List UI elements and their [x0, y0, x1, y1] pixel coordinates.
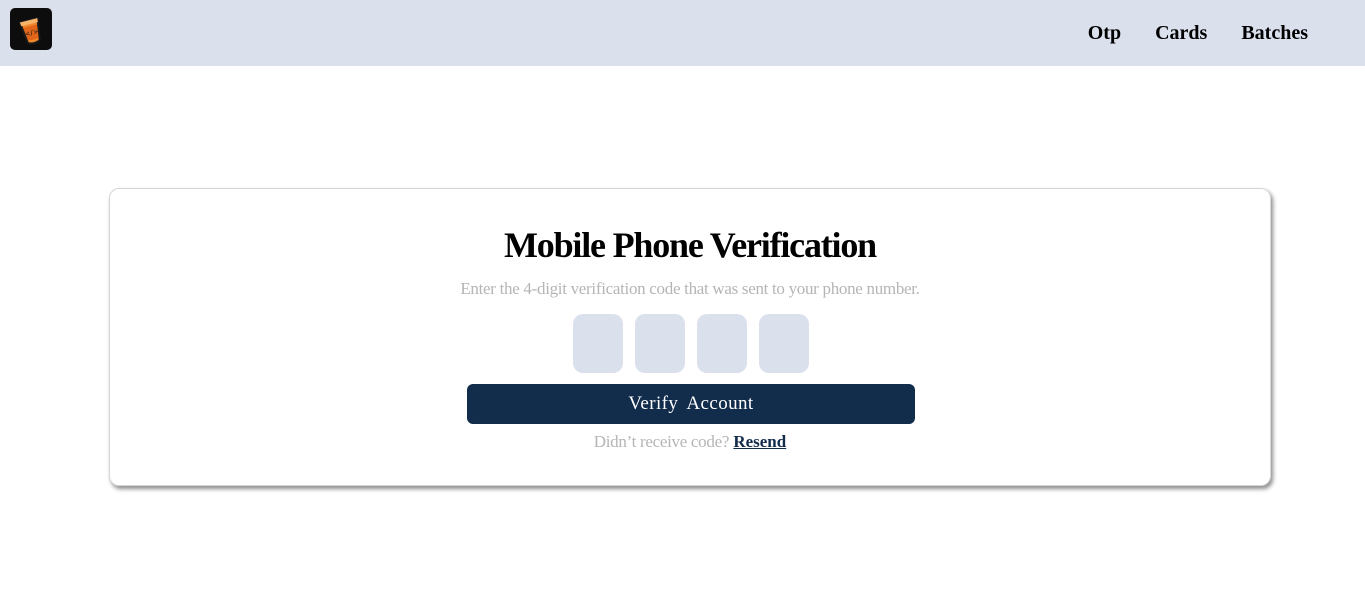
verify-account-button[interactable]: Verify Account [467, 384, 915, 424]
otp-input-group [573, 314, 809, 373]
otp-digit-2[interactable] [635, 314, 685, 373]
verification-card: Mobile Phone Verification Enter the 4-di… [109, 188, 1271, 486]
main-navigation: Otp Cards Batches [1088, 21, 1308, 45]
otp-digit-1[interactable] [573, 314, 623, 373]
resend-link[interactable]: Resend [733, 432, 786, 451]
otp-digit-4[interactable] [759, 314, 809, 373]
logo-cup-graphic: </> [18, 16, 41, 45]
nav-link-otp[interactable]: Otp [1088, 21, 1121, 45]
nav-link-cards[interactable]: Cards [1155, 21, 1207, 45]
nav-link-batches[interactable]: Batches [1241, 21, 1308, 45]
top-navbar: </> Otp Cards Batches [0, 0, 1365, 66]
drink-cup-logo-icon[interactable]: </> [10, 8, 52, 50]
resend-row: Didn’t receive code? Resend [110, 432, 1270, 452]
otp-digit-3[interactable] [697, 314, 747, 373]
page-title: Mobile Phone Verification [504, 225, 877, 265]
instruction-text: Enter the 4-digit verification code that… [460, 279, 920, 298]
resend-prompt-text: Didn’t receive code? [593, 432, 730, 451]
